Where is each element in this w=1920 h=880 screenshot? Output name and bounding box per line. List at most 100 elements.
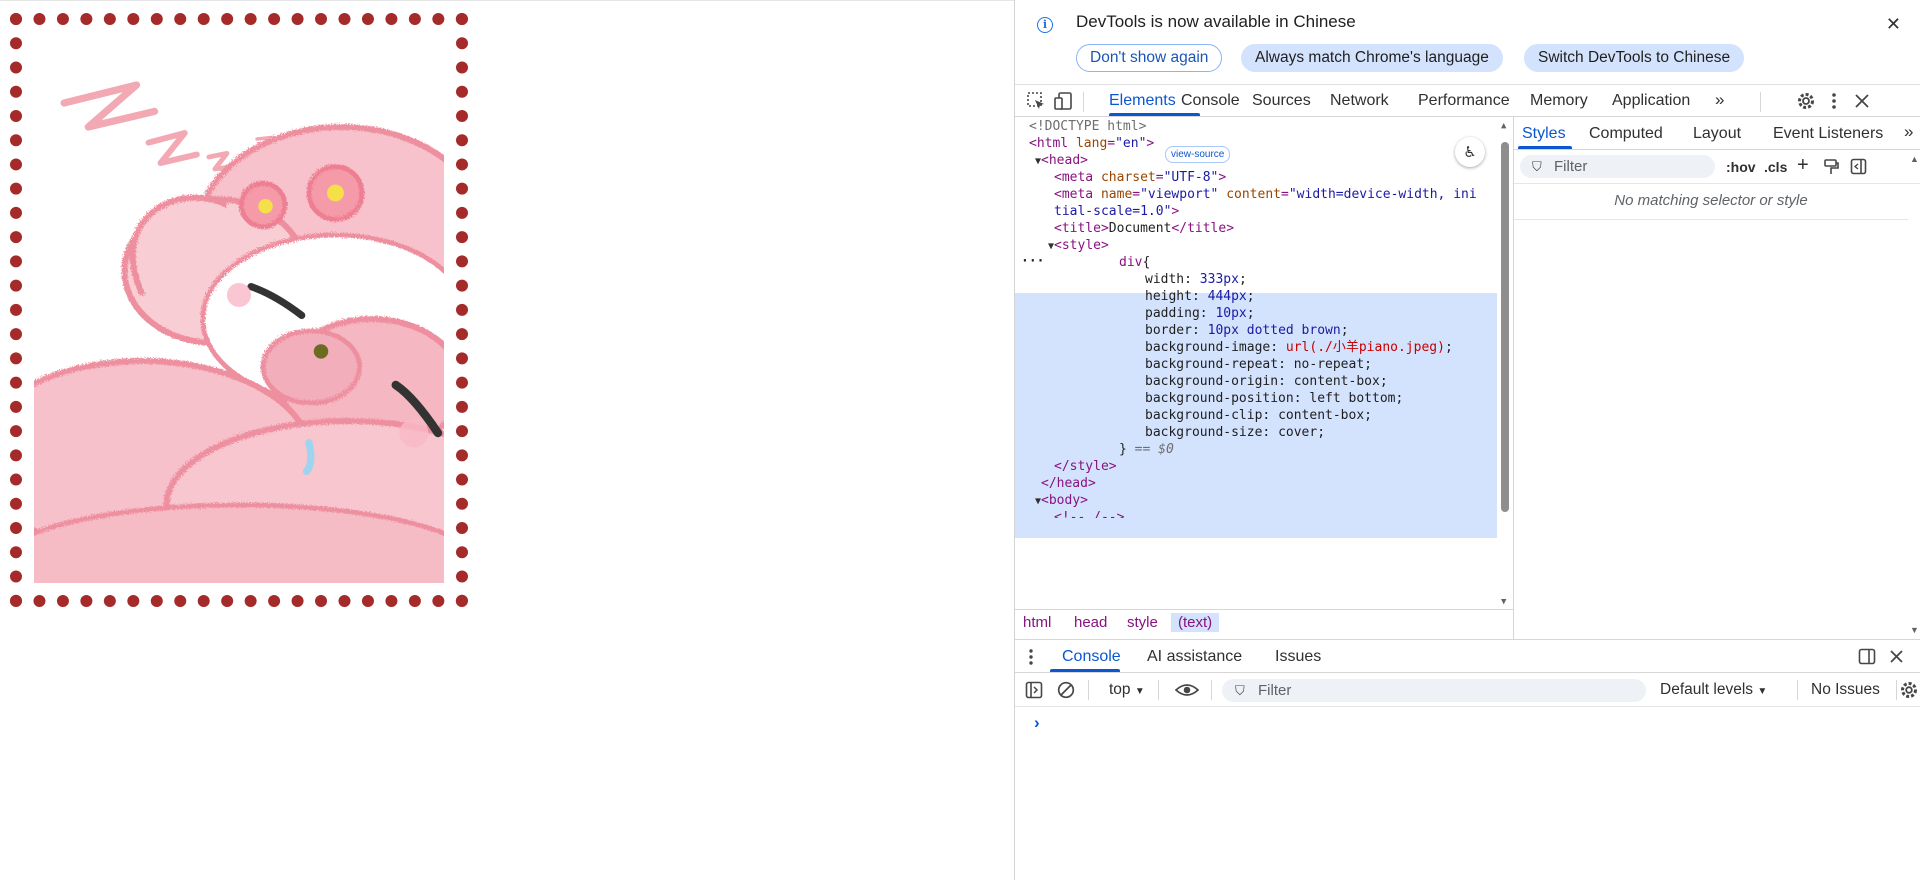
console-toolbar: top ▼ ⛉ Filter Default levels ▼ No Issues xyxy=(1015,673,1920,707)
tab-layout[interactable]: Layout xyxy=(1693,125,1741,143)
toolbar-divider xyxy=(1896,680,1897,700)
scroll-up-icon[interactable]: ▲ xyxy=(1910,154,1919,164)
console-settings-gear-icon[interactable] xyxy=(1899,680,1919,700)
devtools-panel: i DevTools is now available in Chinese ✕… xyxy=(1014,0,1920,880)
console-prompt[interactable]: › xyxy=(1034,713,1040,733)
tab-application[interactable]: Application xyxy=(1612,92,1690,110)
css-close-brace: } == $0 xyxy=(1119,442,1174,457)
drawer-tab-console[interactable]: Console xyxy=(1062,648,1121,666)
styles-tabbar: Styles Computed Layout Event Listeners » xyxy=(1514,117,1920,150)
live-expression-eye-icon[interactable] xyxy=(1175,682,1199,698)
language-infobar: i DevTools is now available in Chinese ✕… xyxy=(1015,0,1920,84)
show-sidebar-icon[interactable] xyxy=(1025,681,1043,699)
sleeping-sheep-image xyxy=(34,81,444,583)
css-property[interactable]: background-origin xyxy=(1145,374,1278,389)
toolbar-divider xyxy=(1158,680,1159,700)
device-toolbar-icon[interactable] xyxy=(1053,90,1075,112)
context-selector[interactable]: top ▼ xyxy=(1109,681,1145,699)
css-property[interactable]: height xyxy=(1145,289,1192,304)
dock-side-icon[interactable] xyxy=(1858,648,1876,665)
close-devtools-icon[interactable] xyxy=(1851,90,1873,112)
active-tab-indicator xyxy=(1050,669,1120,672)
scroll-down-icon[interactable]: ▼ xyxy=(1910,625,1919,635)
tab-sources[interactable]: Sources xyxy=(1252,92,1311,110)
console-filter-input[interactable]: ⛉ Filter xyxy=(1222,679,1646,702)
clear-console-icon[interactable] xyxy=(1057,681,1075,699)
css-property[interactable]: width xyxy=(1145,272,1184,287)
settings-gear-icon[interactable] xyxy=(1795,90,1817,112)
divider xyxy=(1514,219,1908,220)
tab-elements[interactable]: Elements xyxy=(1109,92,1176,110)
class-toggle[interactable]: .cls xyxy=(1764,159,1787,175)
crumb-head[interactable]: head xyxy=(1074,614,1107,631)
tab-memory[interactable]: Memory xyxy=(1530,92,1588,110)
styles-scrollbar[interactable]: ▲ ▼ xyxy=(1908,150,1920,639)
tab-styles[interactable]: Styles xyxy=(1522,125,1566,143)
crumb-style[interactable]: style xyxy=(1127,614,1158,631)
tab-console[interactable]: Console xyxy=(1181,92,1240,110)
tab-event-listeners[interactable]: Event Listeners xyxy=(1773,125,1883,143)
dont-show-again-button[interactable]: Don't show again xyxy=(1076,44,1223,72)
css-property[interactable]: border xyxy=(1145,323,1192,338)
elements-tree: <!DOCTYPE html> <html lang="en"> view-so… xyxy=(1015,117,1513,609)
scroll-down-icon[interactable]: ▼ xyxy=(1501,597,1506,607)
paint-brush-icon[interactable] xyxy=(1823,158,1839,176)
drawer-tab-issues[interactable]: Issues xyxy=(1275,648,1321,666)
css-property[interactable]: background-clip xyxy=(1145,408,1262,423)
filter-icon: ⛉ xyxy=(1235,683,1245,698)
css-property[interactable]: background-position xyxy=(1145,391,1294,406)
issues-count[interactable]: No Issues xyxy=(1811,681,1880,699)
log-levels-dropdown[interactable]: Default levels ▼ xyxy=(1660,681,1767,699)
css-value[interactable]: content-box xyxy=(1294,374,1380,389)
css-value[interactable]: content-box xyxy=(1278,408,1364,423)
close-icon[interactable]: ✕ xyxy=(1886,14,1901,35)
tab-network[interactable]: Network xyxy=(1330,92,1389,110)
css-property[interactable]: padding xyxy=(1145,306,1200,321)
more-tabs-icon[interactable]: » xyxy=(1715,90,1724,110)
scroll-up-icon[interactable]: ▲ xyxy=(1501,121,1506,131)
body-child-node[interactable]: <!-- /--> xyxy=(1054,508,1124,518)
style-node[interactable]: ▼<style> xyxy=(1048,236,1109,256)
css-value[interactable]: 10px dotted brown xyxy=(1208,323,1341,338)
inspect-element-icon[interactable] xyxy=(1025,90,1047,112)
tab-performance[interactable]: Performance xyxy=(1418,92,1510,110)
styles-toolbar: ⛉ Filter :hov .cls + xyxy=(1514,150,1920,184)
crumb-html[interactable]: html xyxy=(1023,614,1051,631)
styles-pane: Styles Computed Layout Event Listeners »… xyxy=(1513,117,1920,639)
hover-state-toggle[interactable]: :hov xyxy=(1726,159,1756,175)
tab-computed[interactable]: Computed xyxy=(1589,125,1663,143)
switch-devtools-chinese-button[interactable]: Switch DevTools to Chinese xyxy=(1524,44,1745,72)
view-source-badge[interactable]: view-source xyxy=(1165,146,1231,163)
close-drawer-icon[interactable] xyxy=(1888,648,1905,665)
css-value[interactable]: 444px xyxy=(1208,289,1247,304)
more-options-icon[interactable] xyxy=(1823,90,1845,112)
css-value[interactable]: cover xyxy=(1278,425,1317,440)
css-value[interactable]: 333px xyxy=(1200,272,1239,287)
main-toolbar: Elements Console Sources Network Perform… xyxy=(1015,84,1920,117)
breadcrumb: html head style (text) xyxy=(1015,609,1513,639)
node-actions-icon[interactable]: ··· xyxy=(1021,252,1044,272)
css-property[interactable]: background-image xyxy=(1145,340,1270,355)
crumb-text[interactable]: (text) xyxy=(1171,613,1220,632)
always-match-language-button[interactable]: Always match Chrome's language xyxy=(1241,44,1503,72)
drawer-tabbar: Console AI assistance Issues xyxy=(1015,639,1920,673)
styles-filter-input[interactable]: ⛉ Filter xyxy=(1520,155,1715,178)
css-value[interactable]: 10px xyxy=(1215,306,1246,321)
drawer-tab-ai-assistance[interactable]: AI assistance xyxy=(1147,648,1242,666)
css-value[interactable]: url(./小羊piano.jpeg) xyxy=(1286,340,1445,355)
accessibility-icon[interactable]: ♿ xyxy=(1455,137,1485,167)
scrollbar-thumb[interactable] xyxy=(1501,142,1509,512)
new-rule-icon[interactable]: + xyxy=(1797,154,1809,177)
chevron-down-icon: ▼ xyxy=(1757,686,1768,697)
css-value[interactable]: left bottom xyxy=(1309,391,1395,406)
toggle-sidebar-icon[interactable] xyxy=(1850,158,1867,175)
css-value[interactable]: no-repeat xyxy=(1294,357,1364,372)
css-property[interactable]: background-repeat xyxy=(1145,357,1278,372)
sheep-illustration xyxy=(34,37,444,583)
drawer-menu-icon[interactable] xyxy=(1027,648,1035,666)
more-tabs-icon[interactable]: » xyxy=(1904,122,1913,142)
filter-icon: ⛉ xyxy=(1532,159,1542,174)
page-viewport xyxy=(0,0,1014,880)
toolbar-divider xyxy=(1088,680,1089,700)
css-property[interactable]: background-size xyxy=(1145,425,1262,440)
